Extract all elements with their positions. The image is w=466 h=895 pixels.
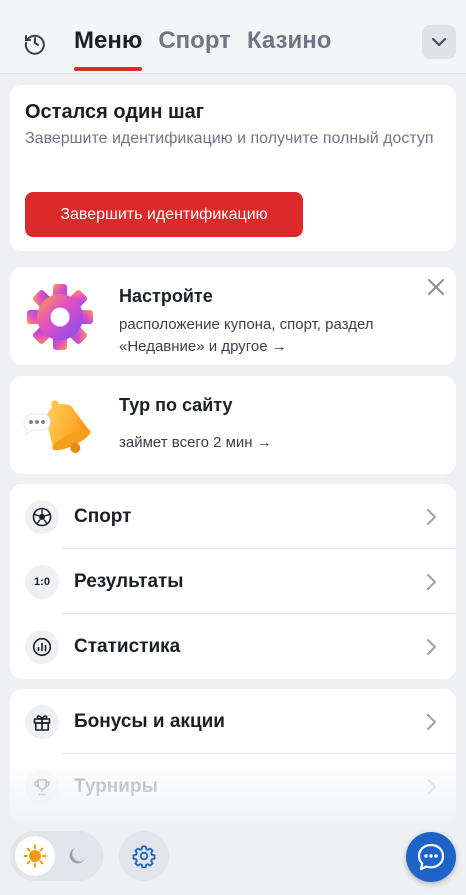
site-tour-promo-title: Тур по сайту bbox=[119, 395, 233, 415]
tab-casino[interactable]: Казино bbox=[247, 27, 331, 71]
menu-item-bonuses[interactable]: Бонусы и акции bbox=[10, 689, 456, 754]
complete-identification-button[interactable]: Завершить идентификацию bbox=[25, 192, 303, 237]
gear-icon bbox=[22, 279, 98, 355]
moon-icon[interactable] bbox=[59, 838, 95, 874]
menu-item-results[interactable]: 1:0 Результаты bbox=[10, 549, 456, 614]
tab-menu[interactable]: Меню bbox=[74, 27, 143, 71]
expand-tabs-button[interactable] bbox=[422, 25, 456, 59]
main-tabs: Меню Спорт Казино bbox=[74, 27, 331, 71]
site-tour-promo-text: займет всего 2 мин → bbox=[119, 434, 272, 451]
tab-sport[interactable]: Спорт bbox=[158, 27, 231, 71]
chevron-right-icon bbox=[426, 713, 438, 731]
bell-icon bbox=[22, 388, 98, 464]
score-icon: 1:0 bbox=[25, 564, 59, 599]
history-icon[interactable] bbox=[22, 30, 48, 56]
chevron-right-icon bbox=[426, 573, 438, 591]
menu-item-label: Статистика bbox=[74, 635, 181, 657]
sun-icon[interactable] bbox=[15, 836, 55, 876]
customize-promo-title: Настройте bbox=[119, 286, 213, 306]
identification-title: Остался один шаг bbox=[25, 101, 205, 123]
menu-item-label: Турниры bbox=[74, 775, 158, 797]
chevron-right-icon bbox=[426, 508, 438, 526]
statistics-icon bbox=[25, 629, 59, 664]
menu-item-label: Бонусы и акции bbox=[74, 710, 225, 732]
trophy-icon bbox=[25, 769, 59, 804]
customize-promo-text: расположение купона, спорт, раздел «Неда… bbox=[119, 316, 374, 355]
site-tour-promo-card[interactable]: Тур по сайту займет всего 2 мин → bbox=[10, 376, 456, 474]
theme-toggle[interactable] bbox=[10, 831, 103, 881]
menu-group-bonuses: Бонусы и акции Турниры bbox=[10, 689, 456, 824]
chevron-right-icon bbox=[426, 778, 438, 796]
bottom-toolbar bbox=[0, 820, 466, 895]
gift-icon bbox=[25, 704, 59, 739]
chevron-right-icon bbox=[426, 638, 438, 656]
close-icon[interactable] bbox=[428, 279, 444, 295]
gear-icon bbox=[132, 845, 156, 868]
menu-item-label: Результаты bbox=[74, 570, 184, 592]
identification-subtitle: Завершите идентификацию и получите полны… bbox=[25, 130, 434, 147]
support-chat-button[interactable] bbox=[406, 832, 456, 882]
top-navigation: Меню Спорт Казино bbox=[0, 0, 466, 74]
identification-card: Остался один шаг Завершите идентификацию… bbox=[10, 85, 456, 251]
chat-icon bbox=[417, 843, 445, 871]
menu-item-statistics[interactable]: Статистика bbox=[10, 614, 456, 679]
customize-promo-card[interactable]: Настройте расположение купона, спорт, ра… bbox=[10, 267, 456, 365]
chevron-down-icon bbox=[431, 37, 447, 47]
menu-group-main: Спорт 1:0 Результаты Статистика bbox=[10, 484, 456, 679]
menu-item-sport[interactable]: Спорт bbox=[10, 484, 456, 549]
settings-button[interactable] bbox=[119, 831, 169, 881]
menu-item-label: Спорт bbox=[74, 505, 132, 527]
soccer-ball-icon bbox=[25, 499, 59, 534]
menu-item-tournaments[interactable]: Турниры bbox=[10, 754, 456, 819]
